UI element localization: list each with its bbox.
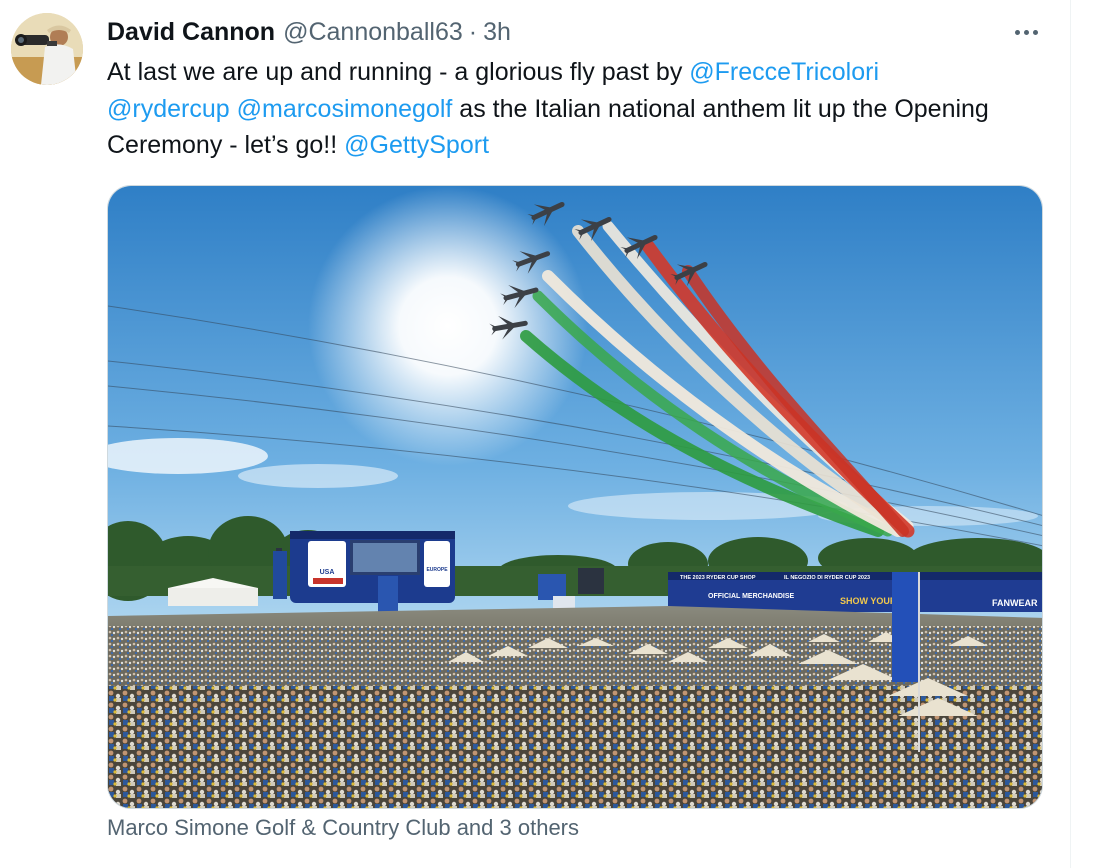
mention-link[interactable]: @rydercup — [107, 95, 230, 123]
fanwear-sign: FANWEAR — [992, 598, 1038, 608]
tweet-text: At last we are up and running - a glorio… — [107, 54, 1047, 164]
tweet-text-segment: At last we are up and running - a glorio… — [107, 58, 690, 86]
mention-link[interactable]: @GettySport — [344, 131, 489, 159]
tagged-location-link[interactable]: Marco Simone Golf & Country Club and 3 o… — [107, 815, 579, 841]
more-dot — [1032, 29, 1038, 35]
author-display-name[interactable]: David Cannon — [107, 18, 275, 47]
separator-dot: · — [468, 17, 478, 46]
show-sign: SHOW YOUR — [840, 596, 897, 606]
more-dot — [1023, 29, 1029, 35]
stage-europe-label: EUROPE — [426, 567, 448, 573]
tweet-photo[interactable]: USA EUROPE THE 2023 RYDER CUP SHOP IL NE… — [107, 185, 1043, 809]
more-dot — [1014, 29, 1020, 35]
shop-sign: THE 2023 RYDER CUP SHOP — [680, 575, 756, 581]
tweet-timestamp[interactable]: 3h — [483, 18, 511, 47]
merch-sign: OFFICIAL MERCHANDISE — [708, 593, 795, 600]
column-divider — [1070, 0, 1071, 868]
stage-usa-label: USA — [320, 569, 335, 576]
negozio-sign: IL NEGOZIO DI RYDER CUP 2023 — [784, 575, 870, 581]
avatar[interactable] — [11, 13, 83, 85]
tweet-header: David Cannon @Cannonball63 · 3h — [107, 14, 511, 50]
mention-link[interactable]: @FrecceTricolori — [689, 58, 879, 86]
mention-link[interactable]: @marcosimonegolf — [237, 95, 453, 123]
tweet-text-segment — [230, 95, 237, 123]
more-horizontal-icon[interactable] — [1004, 16, 1048, 48]
author-handle[interactable]: @Cannonball63 — [283, 18, 463, 47]
